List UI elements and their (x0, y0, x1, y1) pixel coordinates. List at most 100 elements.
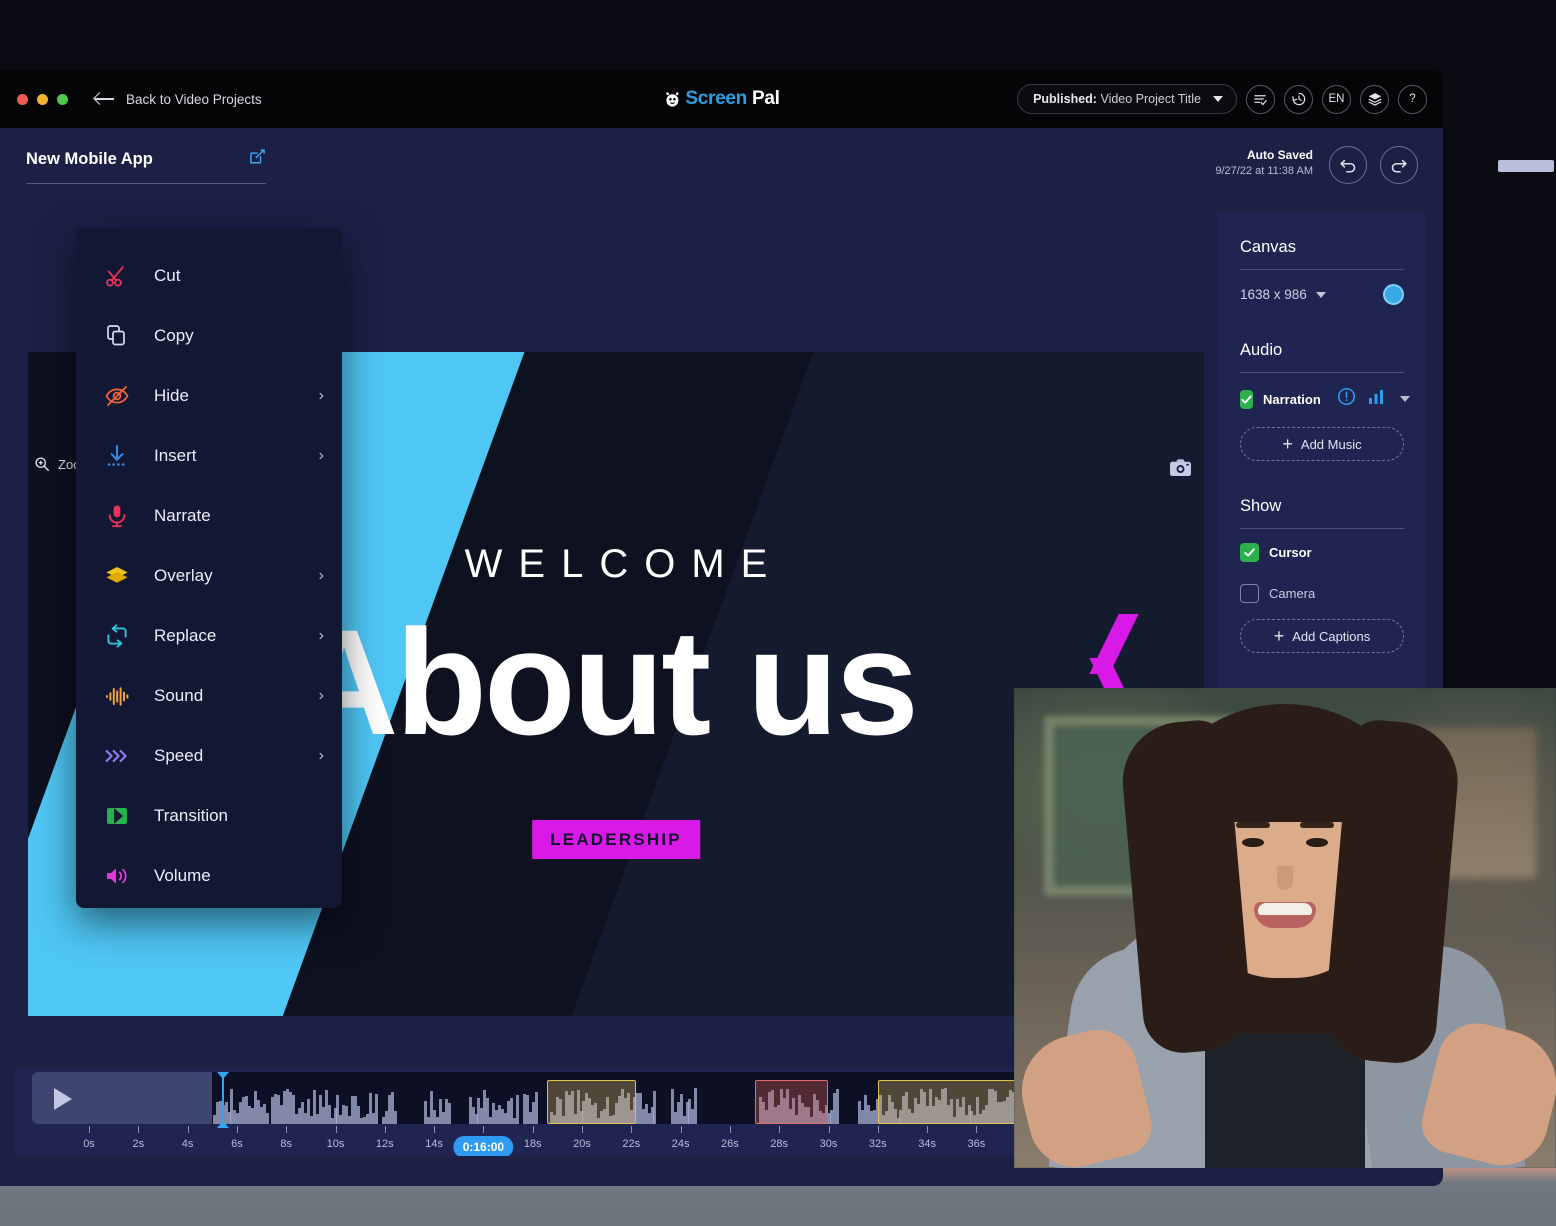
camera-icon (1170, 459, 1191, 477)
canvas-section-heading: Canvas (1240, 238, 1296, 256)
cursor-checkbox[interactable] (1240, 543, 1259, 562)
scissors-icon (104, 263, 138, 289)
timeline-tick (877, 1126, 879, 1133)
help-button[interactable]: ? (1398, 84, 1427, 114)
project-title-field[interactable]: New Mobile App (26, 148, 266, 184)
timeline-tick-label: 0s (83, 1138, 95, 1150)
maximize-dot-icon[interactable] (57, 93, 68, 105)
context-menu-item-label: Cut (154, 266, 181, 285)
timeline-tick (286, 1126, 288, 1133)
add-music-button[interactable]: + Add Music (1240, 427, 1404, 461)
context-menu-item-replace[interactable]: Replace › (76, 606, 342, 666)
context-menu: Cut Copy Hide › Insert › Narrate Overlay › Replac… (76, 228, 342, 908)
undo-icon (1340, 159, 1356, 173)
waveform-bar (447, 1102, 451, 1124)
context-menu-item-label: Transition (154, 806, 229, 825)
context-menu-item-cut[interactable]: Cut (76, 246, 342, 306)
undo-button[interactable] (1329, 146, 1367, 184)
traffic-lights (17, 93, 68, 105)
edit-title-button[interactable] (249, 148, 266, 170)
plus-icon: + (1282, 434, 1293, 454)
show-section-heading: Show (1240, 497, 1282, 515)
context-menu-item-volume[interactable]: Volume (76, 846, 342, 906)
context-menu-item-overlay[interactable]: Overlay › (76, 546, 342, 606)
minimize-dot-icon[interactable] (37, 93, 48, 105)
timeline-playhead[interactable] (217, 1072, 230, 1128)
camera-checkbox[interactable] (1240, 584, 1259, 603)
timeline-clip-region[interactable] (754, 1080, 829, 1124)
timeline-tick (631, 1126, 633, 1133)
webcam-overlay[interactable] (1014, 688, 1556, 1168)
copy-icon (104, 323, 138, 349)
timeline-tick-label: 6s (231, 1138, 243, 1150)
warning-circle-icon[interactable] (1337, 387, 1356, 411)
context-menu-item-insert[interactable]: Insert › (76, 426, 342, 486)
presenter-brow-right (1300, 822, 1334, 828)
context-menu-item-copy[interactable]: Copy (76, 306, 342, 366)
waveform-bar (534, 1092, 538, 1124)
layers-icon (1368, 93, 1381, 106)
timeline-tick (434, 1126, 436, 1133)
redo-button[interactable] (1380, 146, 1418, 184)
context-menu-item-narrate[interactable]: Narrate (76, 486, 342, 546)
project-header: New Mobile App Auto Saved 9/27/22 at 11:… (0, 128, 1443, 208)
screenshot-camera-button[interactable] (1169, 458, 1192, 482)
resolution-dropdown[interactable]: 1638 x 986 (1240, 287, 1326, 302)
timeline-tick (335, 1126, 337, 1133)
resolution-value: 1638 x 986 (1240, 287, 1307, 302)
narration-options-chevron-down-icon[interactable] (1399, 396, 1410, 402)
speaker-icon (104, 863, 138, 889)
autosave-label: Auto Saved (1246, 148, 1313, 162)
timeline-tick (729, 1126, 731, 1133)
published-prefix: Published: (1033, 92, 1097, 106)
insert-down-icon (104, 443, 138, 469)
version-history-button[interactable] (1284, 84, 1313, 114)
context-menu-item-sound[interactable]: Sound › (76, 666, 342, 726)
canvas-color-swatch[interactable] (1383, 284, 1404, 305)
context-menu-item-label: Overlay (154, 566, 213, 585)
timeline-tick-label: 12s (375, 1138, 394, 1150)
camera-row: Camera (1240, 584, 1404, 603)
camera-label: Camera (1269, 586, 1316, 601)
sound-wave-icon (104, 683, 138, 709)
timeline-current-time-badge[interactable]: 0:16:00 (453, 1136, 514, 1156)
eye-slash-icon (104, 383, 138, 409)
layers-button[interactable] (1360, 84, 1389, 114)
context-menu-item-speed[interactable]: Speed › (76, 726, 342, 786)
audio-levels-icon[interactable] (1368, 389, 1386, 410)
plus-icon: + (1273, 626, 1285, 646)
timeline-tick-label: 28s (770, 1138, 789, 1150)
narration-checkbox[interactable] (1240, 389, 1253, 409)
context-menu-item-label: Sound (154, 686, 204, 705)
back-to-video-projects-link[interactable]: Back to Video Projects (95, 92, 262, 107)
play-button[interactable] (54, 1088, 72, 1110)
check-icon (1244, 548, 1255, 557)
timeline-tick-label: 20s (573, 1138, 591, 1150)
presenter-eye-left (1242, 838, 1264, 847)
timeline-tick (236, 1126, 238, 1133)
timeline-tick (138, 1126, 140, 1133)
context-menu-item-label: Volume (154, 866, 211, 885)
add-music-label: Add Music (1300, 436, 1362, 452)
timeline-tick (582, 1126, 583, 1133)
divider (1240, 269, 1404, 270)
timeline-tick-label: 2s (132, 1138, 145, 1150)
undo-redo-group (1329, 146, 1418, 184)
redo-icon (1391, 159, 1407, 173)
close-dot-icon[interactable] (17, 93, 28, 105)
context-menu-item-hide[interactable]: Hide › (76, 366, 342, 426)
add-captions-button[interactable]: + Add Captions (1240, 619, 1404, 653)
published-project-dropdown[interactable]: Published: Video Project Title (1017, 84, 1237, 114)
language-button[interactable]: EN (1322, 84, 1351, 114)
timeline-tick-label: 4s (181, 1138, 194, 1150)
context-menu-item-transition[interactable]: Transition (76, 786, 342, 846)
timeline-tick-label: 26s (721, 1138, 739, 1150)
chevrons-icon (104, 743, 138, 769)
history-icon (1291, 92, 1305, 106)
timeline-clip-region[interactable] (547, 1080, 637, 1124)
checklist-button[interactable] (1246, 84, 1275, 114)
logo-text-screen: Screen (685, 88, 747, 109)
waveform-bar (515, 1095, 519, 1124)
